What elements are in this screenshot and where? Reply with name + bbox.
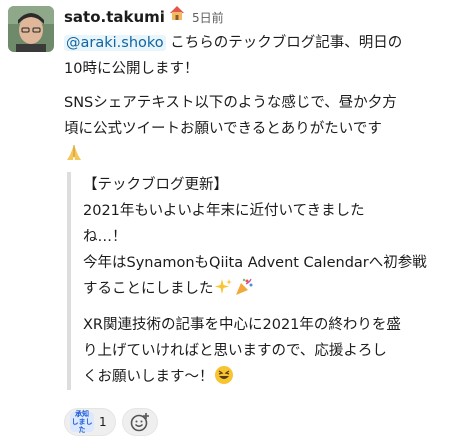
quote-text: 2021年もいよいよ年末に近付いてきました	[83, 203, 365, 219]
message: sato.takumi 5日前 @araki.shoko こちらのテックブログ記…	[0, 0, 471, 443]
reaction-emoji-text: しました	[71, 418, 93, 434]
acknowledged-emoji: 承知 しました	[70, 410, 94, 434]
reaction-count: 1	[99, 415, 107, 429]
add-reaction-button[interactable]	[121, 408, 158, 436]
username[interactable]: sato.takumi	[64, 8, 165, 26]
timestamp[interactable]: 5日前	[192, 9, 224, 26]
folded-hands-emoji	[64, 143, 84, 163]
grinning-squinting-emoji	[214, 365, 234, 385]
message-body: sato.takumi 5日前 @araki.shoko こちらのテックブログ記…	[64, 4, 466, 390]
quote-text: ね…！	[83, 229, 127, 245]
add-emoji-icon	[130, 413, 149, 432]
quote-text: 今年はSynamonもQiita Advent Calendarへ初参戦	[83, 255, 427, 271]
blockquote: 【テックブログ更新】 2021年もいよいよ年末に近付いてきました ね…！ 今年は…	[67, 172, 466, 390]
message-paragraph-1: @araki.shoko こちらのテックブログ記事、明日の 10時に公開します！	[64, 30, 466, 82]
house-emoji	[168, 4, 186, 22]
party-popper-emoji	[234, 277, 254, 297]
message-header: sato.takumi 5日前	[64, 4, 466, 26]
quote-paragraph-2: XR関連技術の記事を中心に2021年の終わりを盛 り上げていければと思いますので…	[83, 312, 466, 390]
reactions-bar: 承知 しました 1	[64, 408, 158, 436]
quote-text: XR関連技術の記事を中心に2021年の終わりを盛	[83, 317, 401, 333]
quote-title: 【テックブログ更新】	[83, 177, 228, 193]
message-paragraph-2: SNSシェアテキスト以下のような感じで、昼か夕方 頃に公式ツイートお願いできると…	[64, 90, 466, 168]
sparkles-emoji	[214, 277, 234, 297]
paragraph-text: SNSシェアテキスト以下のような感じで、昼か夕方	[64, 95, 397, 111]
paragraph-text: こちらのテックブログ記事、明日の	[165, 35, 403, 51]
reaction-pill[interactable]: 承知 しました 1	[64, 408, 116, 436]
quote-text: くお願いします〜！	[83, 369, 214, 385]
avatar[interactable]	[8, 6, 54, 52]
quote-paragraph-1: 【テックブログ更新】 2021年もいよいよ年末に近付いてきました ね…！ 今年は…	[83, 172, 466, 302]
quote-text: することにしました	[83, 281, 214, 297]
paragraph-text: 10時に公開します！	[64, 61, 199, 77]
reaction-emoji-text: 承知	[75, 410, 89, 418]
quote-text: り上げていければと思いますので、応援よろし	[83, 343, 387, 359]
paragraph-text: 頃に公式ツイートお願いできるとありがたいです	[64, 121, 382, 137]
mention[interactable]: @araki.shoko	[64, 35, 166, 51]
